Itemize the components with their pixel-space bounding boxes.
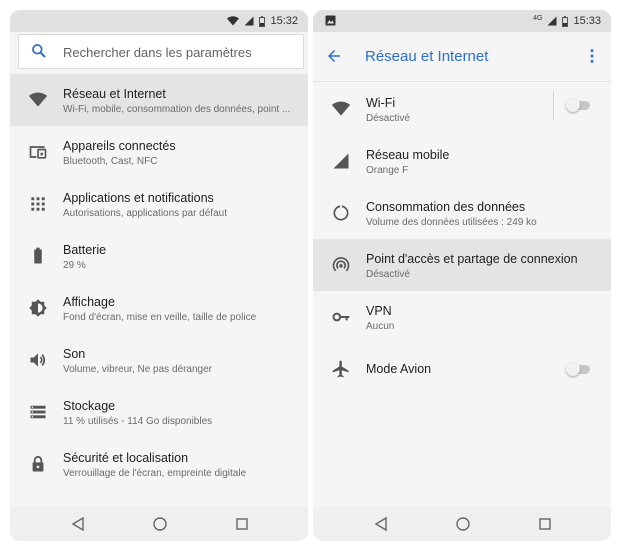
airplane-mode-toggle[interactable]: [566, 362, 592, 376]
nav-bar: [313, 507, 611, 541]
overview-square-icon[interactable]: [538, 516, 552, 532]
settings-item-display[interactable]: Affichage Fond d'écran, mise en veille, …: [10, 282, 308, 334]
page-title: Réseau et Internet: [365, 48, 489, 65]
settings-item-vpn[interactable]: VPN Aucun: [313, 291, 611, 343]
signal-status-icon: [547, 16, 557, 26]
network-type-label: 4G: [533, 14, 543, 22]
wifi-status-icon: [227, 16, 240, 26]
search-bar[interactable]: Rechercher dans les paramètres: [18, 34, 304, 69]
item-title: Point d'accès et partage de connexion: [366, 252, 578, 266]
storage-icon: [30, 405, 46, 419]
apps-grid-icon: [31, 197, 45, 211]
item-title: Stockage: [63, 399, 116, 413]
item-subtitle: Wi-Fi, mobile, consommation des données,…: [63, 104, 291, 115]
home-circle-icon[interactable]: [455, 516, 471, 532]
status-bar: 15:32: [10, 10, 308, 32]
divider: [553, 91, 554, 120]
item-subtitle: 11 % utilisés - 114 Go disponibles: [63, 416, 213, 427]
item-subtitle: Désactivé: [366, 113, 410, 124]
item-title: Batterie: [63, 243, 107, 257]
lock-icon: [32, 456, 44, 472]
brightness-icon: [29, 299, 47, 317]
settings-item-sound[interactable]: Son Volume, vibreur, Ne pas déranger: [10, 334, 308, 386]
settings-item-wifi[interactable]: Wi-Fi Désactivé: [313, 83, 611, 135]
item-subtitle: Fond d'écran, mise en veille, taille de …: [63, 312, 257, 323]
nav-bar: [10, 507, 308, 541]
battery-icon: [34, 247, 42, 264]
item-subtitle: 29 %: [63, 260, 86, 271]
overview-square-icon[interactable]: [235, 516, 249, 532]
settings-item-storage[interactable]: Stockage 11 % utilisés - 114 Go disponib…: [10, 386, 308, 438]
settings-item-data-usage[interactable]: Consommation des données Volume des donn…: [313, 187, 611, 239]
item-title: Sécurité et localisation: [63, 451, 189, 465]
wifi-icon: [28, 92, 48, 107]
status-bar: 4G 15:33: [313, 10, 611, 32]
settings-item-devices[interactable]: Appareils connectés Bluetooth, Cast, NFC: [10, 126, 308, 178]
item-title: Wi-Fi: [366, 96, 396, 110]
data-usage-icon: [333, 205, 349, 221]
back-triangle-icon[interactable]: [71, 516, 85, 532]
item-subtitle: Autorisations, applications par défaut: [63, 208, 227, 219]
item-subtitle: Bluetooth, Cast, NFC: [63, 156, 158, 167]
back-arrow-icon[interactable]: [325, 47, 343, 65]
search-icon: [32, 44, 46, 58]
item-title: VPN: [366, 304, 392, 318]
settings-item-security[interactable]: Sécurité et localisation Verrouillage de…: [10, 438, 308, 490]
search-placeholder: Rechercher dans les paramètres: [63, 45, 252, 60]
image-notification-icon: [325, 15, 336, 26]
item-title: Affichage: [63, 295, 115, 309]
status-time: 15:33: [573, 15, 601, 27]
devices-icon: [29, 146, 47, 159]
settings-item-airplane-mode[interactable]: Mode Avion: [313, 343, 611, 395]
signal-status-icon: [244, 16, 254, 26]
back-triangle-icon[interactable]: [374, 516, 388, 532]
item-title: Appareils connectés: [63, 139, 176, 153]
cell-signal-icon: [333, 153, 349, 169]
settings-screen: 15:32 Rechercher dans les paramètres Rés…: [10, 10, 308, 541]
battery-status-icon: [562, 15, 569, 27]
item-title: Son: [63, 347, 86, 361]
item-subtitle: Aucun: [366, 321, 395, 332]
item-title: Réseau mobile: [366, 148, 450, 162]
item-subtitle: Verrouillage de l'écran, empreinte digit…: [63, 468, 247, 479]
settings-item-network[interactable]: Réseau et Internet Wi-Fi, mobile, consom…: [10, 74, 308, 126]
settings-item-battery[interactable]: Batterie 29 %: [10, 230, 308, 282]
item-subtitle: Désactivé: [366, 269, 410, 280]
vpn-key-icon: [332, 312, 350, 322]
item-title: Réseau et Internet: [63, 87, 166, 101]
settings-item-hotspot[interactable]: Point d'accès et partage de connexion Dé…: [313, 239, 611, 291]
settings-item-apps[interactable]: Applications et notifications Autorisati…: [10, 178, 308, 230]
item-subtitle: Volume des données utilisées : 249 ko: [366, 217, 537, 228]
toggle-thumb: [566, 98, 580, 112]
hotspot-icon: [332, 257, 350, 272]
item-title: Mode Avion: [366, 362, 432, 376]
more-vert-icon[interactable]: [583, 47, 601, 65]
item-subtitle: Orange F: [366, 165, 409, 176]
status-time: 15:32: [270, 15, 298, 27]
item-title: Applications et notifications: [63, 191, 214, 205]
battery-status-icon: [259, 15, 266, 27]
wifi-icon: [331, 101, 351, 116]
wifi-toggle[interactable]: [566, 98, 592, 112]
settings-item-mobile-network[interactable]: Réseau mobile Orange F: [313, 135, 611, 187]
item-subtitle: Volume, vibreur, Ne pas déranger: [63, 364, 212, 375]
app-bar: Réseau et Internet: [313, 32, 611, 82]
toggle-thumb: [566, 362, 580, 376]
network-settings-screen: 4G 15:33 Réseau et Internet Wi-Fi Désact…: [313, 10, 611, 541]
item-title: Consommation des données: [366, 200, 526, 214]
home-circle-icon[interactable]: [152, 516, 168, 532]
volume-icon: [30, 353, 46, 367]
airplane-icon: [332, 360, 349, 378]
